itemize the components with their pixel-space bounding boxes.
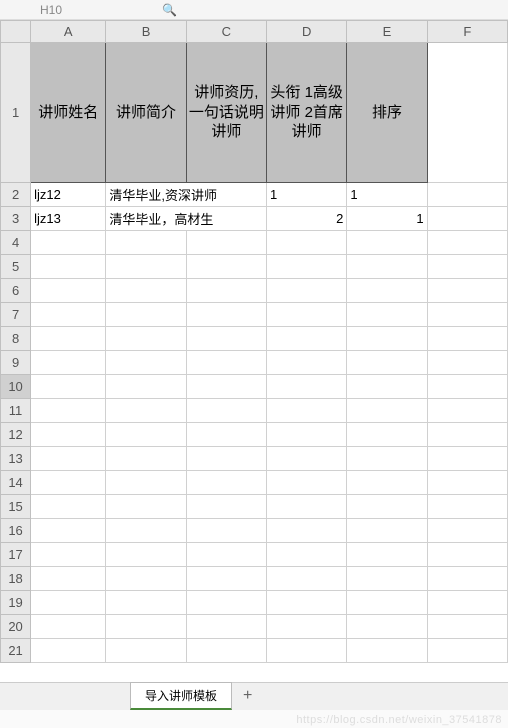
col-header-B[interactable]: B — [106, 21, 186, 43]
header-cell-name[interactable]: 讲师姓名 — [31, 43, 106, 183]
cell-D2[interactable]: 1 — [267, 183, 347, 207]
table-row-1: 1 讲师姓名 讲师简介 讲师资历,一句话说明讲师 头衔 1高级讲师 2首席讲师 … — [1, 43, 508, 183]
row-header-4[interactable]: 4 — [1, 231, 31, 255]
row-header-16[interactable]: 16 — [1, 519, 31, 543]
table-row-8: 8 — [1, 327, 508, 351]
table-row-17: 17 — [1, 543, 508, 567]
sheet-tab-active[interactable]: 导入讲师模板 — [130, 682, 232, 710]
row-header-3[interactable]: 3 — [1, 207, 31, 231]
header-cell-sort[interactable]: 排序 — [347, 43, 427, 183]
table-row-16: 16 — [1, 519, 508, 543]
row-header-5[interactable]: 5 — [1, 255, 31, 279]
table-row-11: 11 — [1, 399, 508, 423]
col-header-C[interactable]: C — [186, 21, 266, 43]
row-header-14[interactable]: 14 — [1, 471, 31, 495]
table-row-21: 21 — [1, 639, 508, 663]
row-header-1[interactable]: 1 — [1, 43, 31, 183]
search-icon[interactable]: 🔍 — [162, 3, 177, 17]
header-cell-title[interactable]: 头衔 1高级讲师 2首席讲师 — [267, 43, 347, 183]
row-header-6[interactable]: 6 — [1, 279, 31, 303]
watermark-text: https://blog.csdn.net/weixin_37541878 — [296, 714, 502, 726]
column-header-row: A B C D E F — [1, 21, 508, 43]
cell-F1[interactable] — [427, 43, 507, 183]
table-row-20: 20 — [1, 615, 508, 639]
row-header-11[interactable]: 11 — [1, 399, 31, 423]
spreadsheet-grid[interactable]: A B C D E F 1 讲师姓名 讲师简介 讲师资历,一句话说明讲师 头衔 … — [0, 20, 508, 663]
col-header-A[interactable]: A — [31, 21, 106, 43]
cell-B2[interactable]: 清华毕业,资深讲师 — [106, 183, 267, 207]
table-row-7: 7 — [1, 303, 508, 327]
row-header-2[interactable]: 2 — [1, 183, 31, 207]
table-row-12: 12 — [1, 423, 508, 447]
row-header-15[interactable]: 15 — [1, 495, 31, 519]
row-header-8[interactable]: 8 — [1, 327, 31, 351]
cell-E2[interactable]: 1 — [347, 183, 427, 207]
row-header-9[interactable]: 9 — [1, 351, 31, 375]
table-row-14: 14 — [1, 471, 508, 495]
table-row-6: 6 — [1, 279, 508, 303]
sheet-tabs-bar: 导入讲师模板 + — [0, 682, 508, 710]
row-header-17[interactable]: 17 — [1, 543, 31, 567]
row-header-18[interactable]: 18 — [1, 567, 31, 591]
row-header-12[interactable]: 12 — [1, 423, 31, 447]
cell-F3[interactable] — [427, 207, 507, 231]
cell-E3[interactable]: 1 — [347, 207, 427, 231]
table-row-5: 5 — [1, 255, 508, 279]
cell-B3[interactable]: 清华毕业，高材生 — [106, 207, 267, 231]
table-row-13: 13 — [1, 447, 508, 471]
table-row-18: 18 — [1, 567, 508, 591]
name-box[interactable]: H10 — [40, 3, 62, 17]
select-all-corner[interactable] — [1, 21, 31, 43]
col-header-E[interactable]: E — [347, 21, 427, 43]
table-row-4: 4 — [1, 231, 508, 255]
header-cell-experience[interactable]: 讲师资历,一句话说明讲师 — [186, 43, 266, 183]
row-header-13[interactable]: 13 — [1, 447, 31, 471]
row-header-20[interactable]: 20 — [1, 615, 31, 639]
table-row-10: 10 — [1, 375, 508, 399]
cell-F2[interactable] — [427, 183, 507, 207]
row-header-19[interactable]: 19 — [1, 591, 31, 615]
formula-bar: H10 🔍 — [0, 0, 508, 20]
table-row-15: 15 — [1, 495, 508, 519]
col-header-D[interactable]: D — [267, 21, 347, 43]
table-row-9: 9 — [1, 351, 508, 375]
cell-A2[interactable]: ljz12 — [31, 183, 106, 207]
cell-D3[interactable]: 2 — [267, 207, 347, 231]
cell-A3[interactable]: ljz13 — [31, 207, 106, 231]
row-header-7[interactable]: 7 — [1, 303, 31, 327]
table-row-3: 3 ljz13 清华毕业，高材生 2 1 — [1, 207, 508, 231]
table-row-2: 2 ljz12 清华毕业,资深讲师 1 1 — [1, 183, 508, 207]
col-header-F[interactable]: F — [427, 21, 507, 43]
row-header-21[interactable]: 21 — [1, 639, 31, 663]
row-header-10[interactable]: 10 — [1, 375, 31, 399]
header-cell-intro[interactable]: 讲师简介 — [106, 43, 186, 183]
add-sheet-button[interactable]: + — [232, 682, 263, 710]
table-row-19: 19 — [1, 591, 508, 615]
